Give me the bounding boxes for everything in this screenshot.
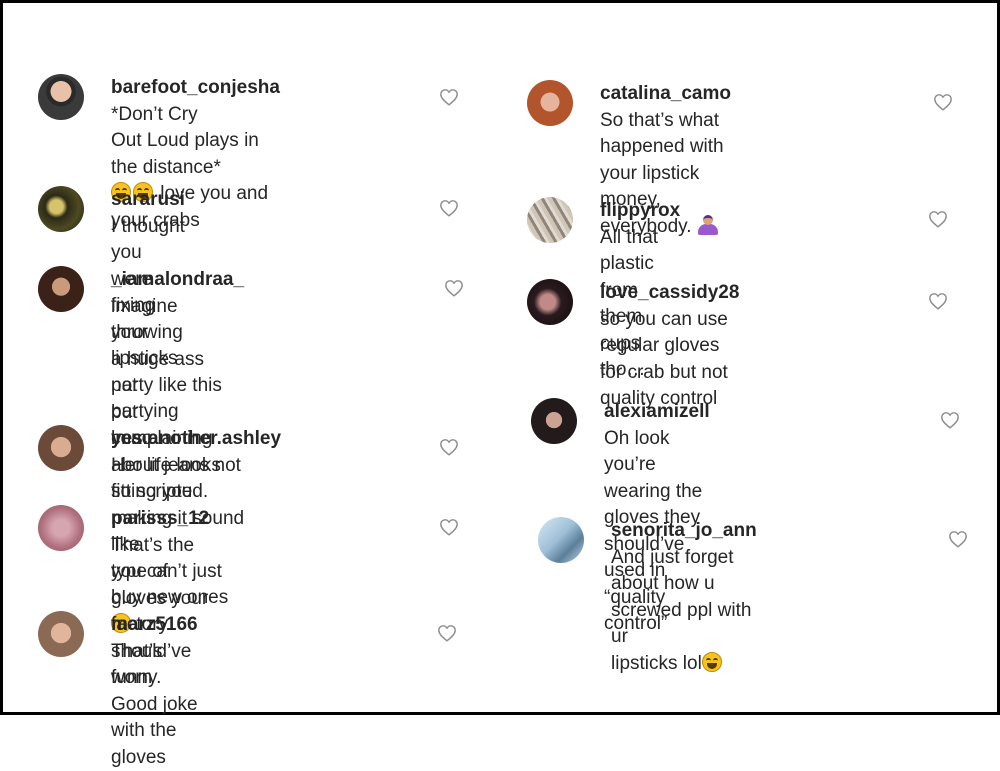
comment-username[interactable]: alexiamizell bbox=[604, 401, 710, 422]
person-shrugging-emoji-icon bbox=[697, 214, 719, 235]
comment-body: And just forget bbox=[611, 546, 734, 568]
comment-body: imagine throwing bbox=[111, 295, 183, 344]
comment-text: senorita_jo_ann And just forget about ho… bbox=[611, 518, 757, 677]
avatar[interactable] bbox=[527, 279, 573, 325]
comment-text: love_cassidy28 so you can use regular gl… bbox=[600, 280, 739, 413]
heart-icon[interactable] bbox=[439, 438, 459, 456]
heart-icon[interactable] bbox=[940, 411, 960, 429]
avatar[interactable] bbox=[38, 74, 84, 120]
heart-icon[interactable] bbox=[928, 210, 948, 228]
heart-icon[interactable] bbox=[439, 518, 459, 536]
comment-body: so scripted. bbox=[111, 481, 209, 502]
heart-icon[interactable] bbox=[948, 530, 968, 548]
heart-icon[interactable] bbox=[928, 292, 948, 310]
comment-username[interactable]: _iamalondraa_ bbox=[111, 269, 244, 290]
comment-body: So that’s what bbox=[600, 109, 720, 131]
comment-body: lipsticks lol bbox=[611, 652, 702, 674]
avatar[interactable] bbox=[38, 611, 84, 657]
comment-body: That’s the type of bbox=[111, 534, 195, 583]
comment-username[interactable]: yes.another.ashley bbox=[111, 428, 281, 449]
comment-username[interactable]: senorita_jo_ann bbox=[611, 520, 757, 541]
comment-body: That’s funny. Good joke bbox=[111, 640, 198, 715]
comment-body: with the gloves bbox=[111, 720, 177, 768]
comment-text: marz5166 That’s funny. Good joke with th… bbox=[111, 612, 198, 771]
avatar[interactable] bbox=[527, 80, 573, 126]
avatar[interactable] bbox=[527, 197, 573, 243]
comment-username[interactable]: parisss_12 bbox=[111, 508, 209, 529]
heart-icon[interactable] bbox=[439, 88, 459, 106]
avatar[interactable] bbox=[531, 398, 577, 444]
comment-text: yes.another.ashley Her life looks so scr… bbox=[111, 426, 281, 506]
heart-icon[interactable] bbox=[933, 93, 953, 111]
comment-body: a huge ass party like this but bbox=[111, 348, 222, 423]
comment-body: about how u screwed ppl with ur bbox=[611, 573, 752, 647]
laughing-emoji-icon bbox=[701, 651, 722, 672]
comment-username[interactable]: sararusi bbox=[111, 189, 185, 210]
comment-username[interactable]: flippyrox bbox=[600, 200, 680, 221]
comment-body: happened with your lipstick bbox=[600, 136, 724, 184]
comments-panel: barefoot_conjesha *Don’t Cry Out Loud pl… bbox=[0, 0, 1000, 768]
comment-body: Her life looks bbox=[111, 454, 221, 476]
comment-body: Out Loud plays in the distance* bbox=[111, 130, 259, 178]
avatar[interactable] bbox=[38, 505, 84, 551]
avatar[interactable] bbox=[38, 186, 84, 232]
comment-body: so you can use bbox=[600, 308, 728, 330]
comment-username[interactable]: barefoot_conjesha bbox=[111, 77, 280, 98]
comment-username[interactable]: love_cassidy28 bbox=[600, 282, 739, 303]
avatar[interactable] bbox=[38, 266, 84, 312]
avatar[interactable] bbox=[538, 517, 584, 563]
heart-icon[interactable] bbox=[439, 199, 459, 217]
comment-body: regular gloves for crab but not bbox=[600, 335, 728, 383]
comment-username[interactable]: catalina_camo bbox=[600, 83, 731, 104]
heart-icon[interactable] bbox=[437, 624, 457, 642]
comment-username[interactable]: marz5166 bbox=[111, 614, 198, 635]
comment-body: *Don’t Cry bbox=[111, 103, 198, 125]
comment-body: Oh look you’re bbox=[604, 427, 670, 476]
heart-icon[interactable] bbox=[444, 279, 464, 297]
avatar[interactable] bbox=[38, 425, 84, 471]
